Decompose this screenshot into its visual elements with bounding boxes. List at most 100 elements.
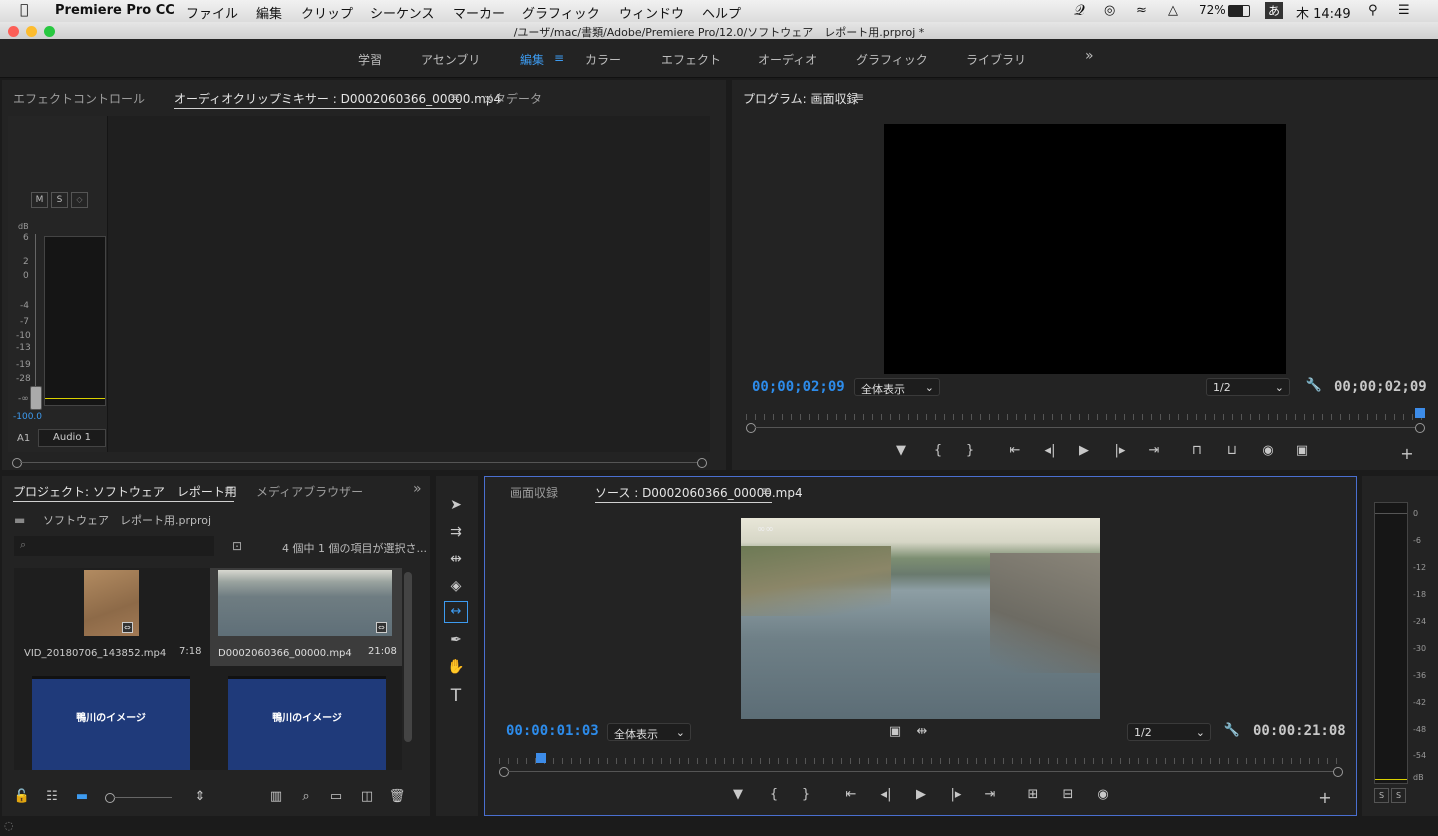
go-to-out-icon[interactable]: ⇥ — [980, 787, 1000, 802]
program-zoom-end[interactable] — [1415, 423, 1425, 433]
workspace-menu-icon[interactable]: ≡ — [554, 51, 564, 65]
program-monitor-title[interactable]: プログラム: 画面収録 — [743, 90, 859, 107]
project-scrollbar[interactable] — [404, 572, 412, 742]
menu-sequence[interactable]: シーケンス — [370, 3, 434, 22]
selection-tool-icon[interactable]: ➤ — [446, 497, 466, 513]
tab-screen-recording[interactable]: 画面収録 — [510, 484, 558, 501]
step-back-icon[interactable]: ◂| — [1040, 443, 1060, 458]
overwrite-icon[interactable]: ⊟ — [1058, 787, 1078, 802]
extract-icon[interactable]: ⊔ — [1222, 443, 1242, 458]
source-menu-icon[interactable]: ≡ — [761, 484, 771, 498]
workspace-editing[interactable]: 編集 — [520, 51, 544, 68]
program-zoom-start[interactable] — [746, 423, 756, 433]
workspace-assembly[interactable]: アセンブリ — [421, 51, 480, 68]
menu-marker[interactable]: マーカー — [453, 3, 505, 22]
go-to-in-icon[interactable]: ⇤ — [841, 787, 861, 802]
source-zoom-bar[interactable] — [508, 771, 1334, 772]
step-forward-icon[interactable]: |▸ — [946, 787, 966, 802]
spotlight-icon[interactable]: ⚲ — [1368, 3, 1378, 18]
airplay-icon[interactable]: △ — [1168, 3, 1178, 18]
menu-edit[interactable]: 編集 — [256, 3, 282, 22]
horizontal-scrollbar[interactable] — [20, 462, 697, 463]
pen-tool-icon[interactable]: ✒ — [446, 632, 466, 648]
lock-icon[interactable]: 🔓 — [12, 789, 32, 804]
mark-in-icon[interactable]: { — [928, 443, 948, 458]
track-name-field[interactable]: Audio 1 — [38, 429, 106, 447]
background-tasks-icon[interactable]: ◌ — [4, 819, 14, 832]
source-timecode[interactable]: 00:00:01:03 — [506, 723, 599, 739]
apple-icon[interactable]:  — [20, 2, 28, 18]
project-menu-icon[interactable]: ≡ — [224, 483, 234, 497]
new-item-icon[interactable]: ◫ — [357, 789, 377, 804]
workspace-effects[interactable]: エフェクト — [661, 51, 721, 68]
battery-icon[interactable] — [1228, 5, 1250, 17]
program-time-ruler[interactable] — [746, 414, 1426, 420]
more-panels-icon[interactable]: » — [413, 481, 422, 497]
zoom-slider-handle[interactable] — [105, 793, 115, 803]
mute-button[interactable]: M — [31, 192, 48, 208]
icon-view-icon[interactable]: ▬ — [72, 789, 92, 804]
export-frame-icon[interactable]: ◉ — [1093, 787, 1113, 802]
add-marker-icon[interactable]: ▼ — [728, 787, 748, 802]
new-search-bin-icon[interactable]: ⊡ — [232, 539, 242, 553]
scroll-start-handle[interactable] — [12, 458, 22, 468]
source-zoom-start[interactable] — [499, 767, 509, 777]
wrench-icon[interactable]: 🔧 — [1222, 723, 1242, 738]
go-to-out-icon[interactable]: ⇥ — [1144, 443, 1164, 458]
tab-source[interactable]: ソース : D0002060366_00000.mp4 — [595, 484, 803, 501]
mark-in-icon[interactable]: { — [764, 787, 784, 802]
workspace-libraries[interactable]: ライブラリ — [966, 51, 1026, 68]
sort-icon[interactable]: ⇕ — [190, 789, 210, 804]
menu-clip[interactable]: クリップ — [301, 3, 353, 22]
ripple-edit-tool-icon[interactable]: ⇹ — [446, 551, 466, 567]
tab-project[interactable]: プロジェクト: ソフトウェア レポート用 — [13, 483, 237, 500]
app-menu[interactable]: Premiere Pro CC — [55, 3, 175, 18]
find-icon[interactable]: ⌕ — [296, 789, 316, 804]
menu-help[interactable]: ヘルプ — [702, 3, 741, 22]
source-resolution-select[interactable]: 1/2 ⌄ — [1127, 723, 1211, 741]
fader-value[interactable]: -100.0 — [13, 412, 42, 422]
scroll-end-handle[interactable] — [697, 458, 707, 468]
tab-effect-controls[interactable]: エフェクトコントロール — [13, 90, 145, 107]
more-workspaces-icon[interactable]: » — [1085, 48, 1094, 64]
panel-menu-icon[interactable]: ≡ — [450, 90, 460, 104]
workspace-graphics[interactable]: グラフィック — [856, 51, 928, 68]
script-icon[interactable]: 𝒬 — [1074, 1, 1085, 19]
step-forward-icon[interactable]: |▸ — [1110, 443, 1130, 458]
tab-metadata[interactable]: メタデータ — [482, 90, 542, 107]
play-icon[interactable]: ▶ — [1074, 443, 1094, 458]
lift-icon[interactable]: ⊓ — [1187, 443, 1207, 458]
project-item[interactable]: 鴨川のイメージ — [32, 676, 190, 770]
mark-out-icon[interactable]: } — [796, 787, 816, 802]
hand-tool-icon[interactable]: ✋ — [446, 659, 466, 675]
add-button-icon[interactable]: + — [1397, 444, 1417, 463]
program-zoom-bar[interactable] — [755, 427, 1415, 428]
drag-audio-icon[interactable]: ⇹ — [912, 724, 932, 739]
step-back-icon[interactable]: ◂| — [876, 787, 896, 802]
zoom-slider[interactable] — [114, 797, 172, 798]
workspace-learn[interactable]: 学習 — [358, 51, 382, 68]
project-item[interactable]: ⇔ VID_20180706_143852.mp4 7:18 — [14, 568, 208, 666]
record-arm-button[interactable]: ◇ — [71, 192, 88, 208]
list-view-icon[interactable]: ☷ — [42, 789, 62, 804]
workspace-audio[interactable]: オーディオ — [758, 51, 817, 68]
slip-tool-icon[interactable]: ↔ — [444, 601, 468, 623]
clock[interactable]: 木 14:49 — [1296, 3, 1351, 22]
solo-left-button[interactable]: S — [1374, 788, 1389, 803]
play-icon[interactable]: ▶ — [911, 787, 931, 802]
add-button-icon[interactable]: + — [1315, 788, 1335, 807]
source-zoom-end[interactable] — [1333, 767, 1343, 777]
ime-indicator[interactable]: あ — [1265, 2, 1284, 19]
add-marker-icon[interactable]: ▼ — [891, 443, 911, 458]
menu-window[interactable]: ウィンドウ — [619, 3, 684, 22]
wifi-icon[interactable]: ≈ — [1136, 3, 1147, 18]
mark-out-icon[interactable]: } — [960, 443, 980, 458]
tab-media-browser[interactable]: メディアブラウザー — [256, 483, 363, 500]
new-bin-icon[interactable]: ▭ — [326, 789, 346, 804]
creative-cloud-icon[interactable]: ◎ — [1104, 3, 1115, 18]
notification-icon[interactable]: ☰ — [1398, 3, 1410, 18]
volume-fader-handle[interactable] — [30, 386, 42, 410]
source-fit-select[interactable]: 全体表示 ⌄ — [607, 723, 691, 741]
project-item-selected[interactable]: ⇔ D0002060366_00000.mp4 21:08 — [210, 568, 402, 666]
program-resolution-select[interactable]: 1/2 ⌄ — [1206, 378, 1290, 396]
